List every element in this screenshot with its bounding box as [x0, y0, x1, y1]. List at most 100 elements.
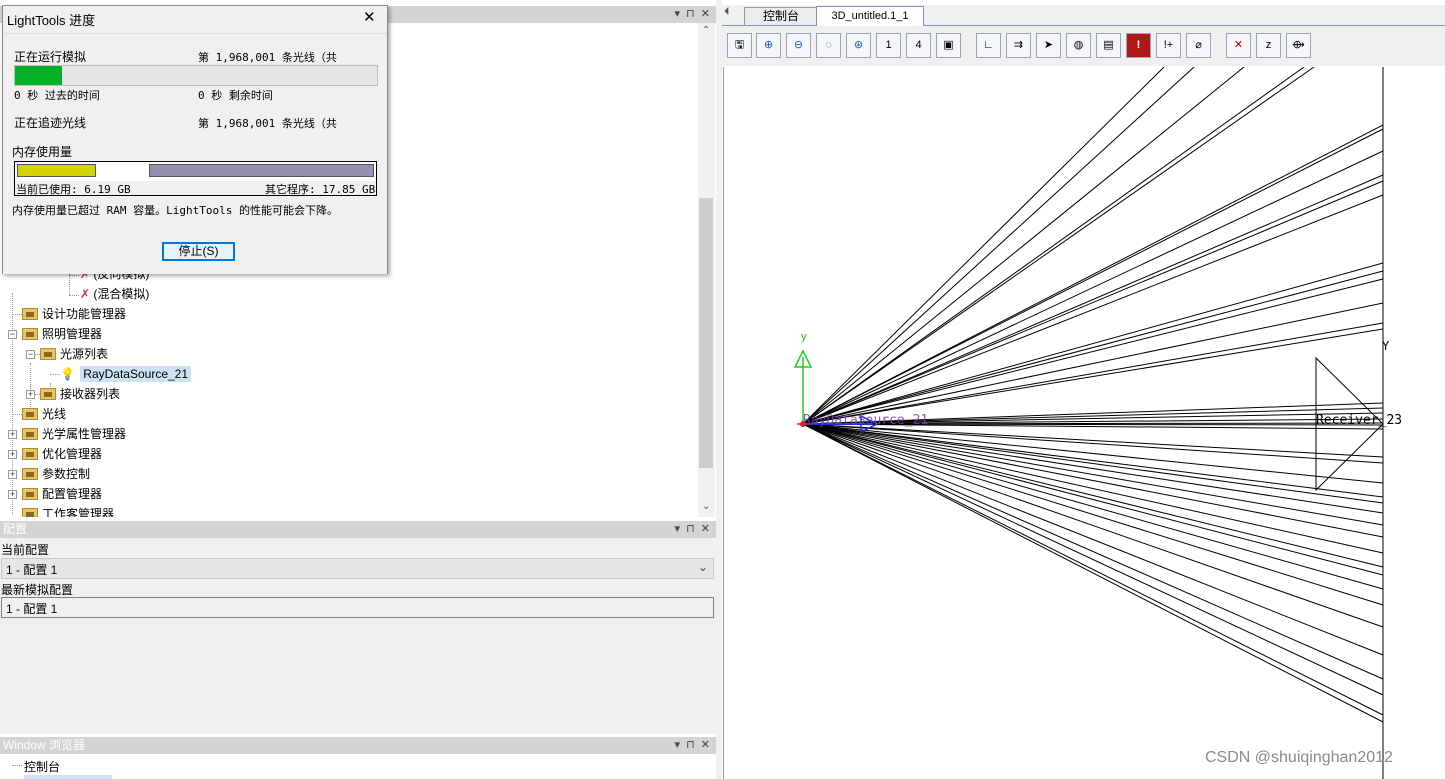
- stop-button[interactable]: 停止(S): [162, 242, 235, 261]
- panel-controls[interactable]: ▾ ⊓ ✕: [674, 7, 710, 20]
- config-panel: 当前配置 1 - 配置 1 ⌄ 最新模拟配置 1 - 配置 1: [0, 538, 716, 734]
- lens-icon[interactable]: ◍: [1066, 33, 1091, 58]
- elapsed-time: 0 秒 过去的时间: [14, 89, 100, 102]
- memory-current: 当前已使用: 6.19 GB: [16, 183, 131, 196]
- zoom-all-icon[interactable]: ⊛: [846, 33, 871, 58]
- config-panel-title: 配置 ▾ ⊓ ✕: [0, 521, 716, 538]
- tree-scrollbar[interactable]: ⌃ ⌄: [698, 23, 715, 517]
- memory-bar: [14, 161, 377, 182]
- collapse-icon[interactable]: −: [26, 350, 35, 359]
- ray-line: [802, 423, 1384, 628]
- ray-line: [802, 423, 1384, 716]
- tree-item[interactable]: 光源列表: [40, 345, 108, 363]
- folder-icon: [40, 348, 56, 360]
- zoom-window-icon[interactable]: ◌: [816, 33, 841, 58]
- lens-fan-icon[interactable]: ⟴: [1286, 33, 1311, 58]
- ray-line: [802, 423, 1384, 498]
- remaining-time: 0 秒 剩余时间: [198, 89, 273, 102]
- zoom-out-icon[interactable]: ⊖: [786, 33, 811, 58]
- ray-line: [802, 423, 1384, 680]
- tab-3d-view[interactable]: 3D_untitled.1_1: [816, 6, 924, 26]
- properties-icon[interactable]: ▤: [1096, 33, 1121, 58]
- scroll-thumb[interactable]: [699, 198, 713, 468]
- ray-line: [802, 67, 1195, 425]
- tree-item[interactable]: 设计功能管理器: [22, 305, 126, 323]
- tree-item[interactable]: ✗ (混合模拟): [80, 285, 149, 303]
- latest-config-label: 最新模拟配置: [1, 583, 74, 597]
- filter-icon[interactable]: ⌀: [1186, 33, 1211, 58]
- memory-used-fill: [17, 164, 96, 177]
- window-browser: 控制台: [0, 754, 716, 779]
- tree-item[interactable]: 接收器列表: [40, 385, 120, 403]
- source-label: RayDataSource_21: [803, 413, 929, 428]
- save-icon[interactable]: 🖫: [727, 33, 752, 58]
- memory-label: 内存使用量: [12, 145, 73, 159]
- tracing-label: 正在追迹光线: [14, 116, 87, 130]
- simulation-progress-bar: [14, 65, 378, 86]
- expand-icon[interactable]: +: [8, 490, 17, 499]
- tree-item[interactable]: 照明管理器: [22, 325, 102, 343]
- tree-item-selected[interactable]: 💡 RayDataSource_21: [60, 365, 192, 383]
- ray-line: [802, 67, 1245, 425]
- ray-line: [802, 423, 1384, 590]
- ray-line: [802, 124, 1384, 425]
- stop-icon[interactable]: !: [1126, 33, 1151, 58]
- axis-y-label: y: [801, 331, 807, 343]
- ray-line: [802, 128, 1384, 425]
- scroll-up-icon[interactable]: ⌃: [702, 25, 710, 36]
- view-4-icon[interactable]: 4: [906, 33, 931, 58]
- splitter[interactable]: [716, 0, 722, 779]
- select-arrow-icon[interactable]: ➤: [1036, 33, 1061, 58]
- axes-icon[interactable]: ∟: [976, 33, 1001, 58]
- panel-controls[interactable]: ▾ ⊓ ✕: [674, 738, 710, 751]
- ray-line: [802, 423, 1384, 656]
- running-value: 第 1,968,001 条光线（共: [198, 51, 337, 64]
- expand-icon[interactable]: +: [26, 390, 35, 399]
- chevron-down-icon: ⌄: [697, 560, 708, 574]
- tree-item[interactable]: 光线: [22, 405, 66, 423]
- cube-view-icon[interactable]: ▣: [936, 33, 961, 58]
- tree-item[interactable]: 参数控制: [22, 465, 90, 483]
- tree-item[interactable]: 工作客管理器: [22, 505, 114, 517]
- lightbulb-icon: 💡: [60, 367, 75, 381]
- running-label: 正在运行模拟: [14, 50, 87, 64]
- ray-line: [802, 423, 1384, 568]
- folder-icon: [22, 468, 38, 480]
- ray-line: [802, 174, 1384, 425]
- tab-scroll-left-icon[interactable]: ⏴: [724, 6, 730, 19]
- current-config-label: 当前配置: [1, 543, 50, 557]
- folder-icon: [22, 488, 38, 500]
- folder-icon: [22, 308, 38, 320]
- view-1-icon[interactable]: 1: [876, 33, 901, 58]
- window-item-console[interactable]: 控制台: [24, 758, 60, 775]
- tree-item[interactable]: 光学属性管理器: [22, 425, 126, 443]
- no-rays-icon[interactable]: ✕: [1226, 33, 1251, 58]
- scroll-down-icon[interactable]: ⌄: [702, 501, 710, 512]
- expand-icon[interactable]: +: [8, 450, 17, 459]
- expand-icon[interactable]: +: [8, 470, 17, 479]
- expand-icon[interactable]: +: [8, 430, 17, 439]
- hybrid-sim-icon: ✗: [80, 287, 91, 301]
- tree-item[interactable]: 配置管理器: [22, 485, 102, 503]
- z-icon[interactable]: z: [1256, 33, 1281, 58]
- folder-icon: [22, 448, 38, 460]
- 3d-viewport[interactable]: RayDataSource_21 Receiver_23 y Y: [723, 67, 1445, 779]
- zoom-in-icon[interactable]: ⊕: [756, 33, 781, 58]
- folder-icon: [40, 388, 56, 400]
- current-config-select[interactable]: 1 - 配置 1 ⌄: [1, 558, 714, 579]
- tab-console[interactable]: 控制台: [744, 7, 818, 25]
- latest-config-field: 1 - 配置 1: [1, 597, 714, 618]
- close-icon[interactable]: ✕: [363, 8, 376, 26]
- tracing-value: 第 1,968,001 条光线（共: [198, 117, 337, 130]
- tree-item[interactable]: 优化管理器: [22, 445, 102, 463]
- warning-icon[interactable]: !+: [1156, 33, 1181, 58]
- collapse-icon[interactable]: −: [8, 330, 17, 339]
- progress-dialog: LightTools 进度 ✕ 正在运行模拟 第 1,968,001 条光线（共…: [2, 5, 388, 274]
- window-browser-title: Window 浏览器 ▾ ⊓ ✕: [0, 737, 716, 754]
- folder-icon: [22, 408, 38, 420]
- progress-fill: [15, 66, 63, 85]
- panel-controls[interactable]: ▾ ⊓ ✕: [674, 522, 710, 535]
- tab-strip: ⏴ 控制台 3D_untitled.1_1: [722, 5, 1445, 26]
- dialog-title: LightTools 进度: [7, 13, 96, 28]
- ray-trace-icon[interactable]: ⇉: [1006, 33, 1031, 58]
